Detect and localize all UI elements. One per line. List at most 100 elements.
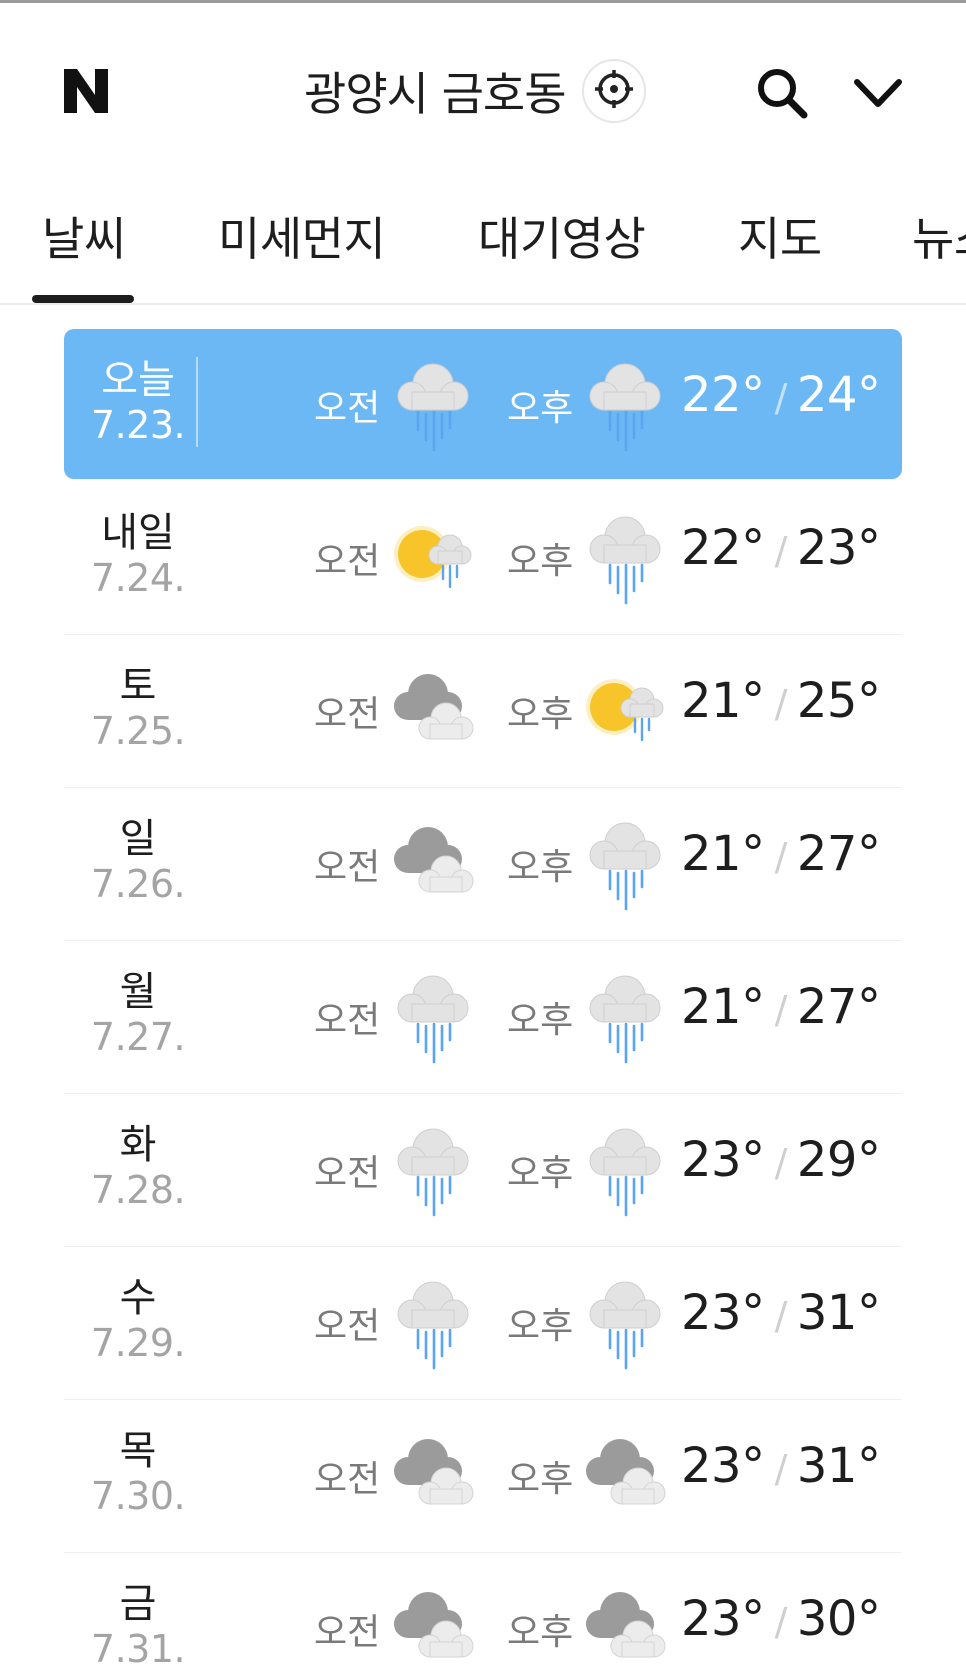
date-label: 7.28. bbox=[90, 1168, 186, 1212]
tab-fine-dust[interactable]: 미세먼지 bbox=[218, 203, 386, 269]
low-temp: 23° bbox=[681, 1591, 765, 1647]
day-column: 금 7.31. bbox=[64, 1581, 212, 1671]
high-temp: 27° bbox=[796, 826, 881, 882]
app-header: 광양시 금호동 bbox=[0, 3, 966, 173]
forecast-row[interactable]: 화 7.28. 오전 오후 23° / 29° bbox=[64, 1094, 902, 1247]
temperature-range: 23°/29° bbox=[681, 1132, 881, 1188]
am-label: 오전 bbox=[314, 1000, 381, 1041]
forecast-row[interactable]: 토 7.25. 오전 오후 21° / 25° bbox=[64, 635, 902, 788]
day-column: 월 7.27. bbox=[64, 969, 212, 1059]
high-temp: 30° bbox=[796, 1591, 881, 1647]
day-label: 금 bbox=[119, 1581, 157, 1627]
high-temp: 27° bbox=[796, 979, 881, 1035]
temperature-range: 22°/23° bbox=[681, 520, 881, 576]
active-tab-indicator bbox=[32, 295, 134, 303]
high-temp: 23° bbox=[796, 520, 881, 576]
forecast-row[interactable]: 월 7.27. 오전 오후 21° / 27° bbox=[64, 941, 902, 1094]
rain-icon bbox=[582, 509, 668, 609]
rain-icon bbox=[582, 1274, 668, 1374]
day-column: 목 7.30. bbox=[64, 1428, 212, 1518]
tab-news[interactable]: 뉴스 bbox=[912, 203, 966, 269]
forecast-row[interactable]: 금 7.31. 오전 오후 23°/30° bbox=[64, 1553, 902, 1680]
pm-label: 오후 bbox=[507, 1459, 574, 1500]
temp-separator: / bbox=[774, 529, 788, 573]
temp-separator: / bbox=[774, 1294, 788, 1338]
rain-icon bbox=[582, 815, 668, 915]
rain-icon bbox=[582, 968, 668, 1068]
forecast-row[interactable]: 일 7.26. 오전 오후 21° / 27° bbox=[64, 788, 902, 941]
search-icon bbox=[752, 69, 812, 127]
high-temp: 31° bbox=[796, 1438, 881, 1494]
date-label: 7.27. bbox=[90, 1015, 186, 1059]
am-label: 오전 bbox=[314, 847, 381, 888]
rain-icon bbox=[390, 356, 476, 456]
am-label: 오전 bbox=[314, 1306, 381, 1347]
naver-logo[interactable] bbox=[60, 65, 112, 117]
day-label: 목 bbox=[119, 1428, 157, 1474]
forecast-row-today[interactable]: 오늘 7.23. 오전 오후 22° / 24° bbox=[64, 329, 902, 479]
high-temp: 24° bbox=[796, 367, 881, 423]
temperature-range: 23°/31° bbox=[681, 1285, 881, 1341]
rain-icon bbox=[582, 356, 668, 456]
pm-label: 오후 bbox=[507, 694, 574, 735]
rain-icon bbox=[582, 1121, 668, 1221]
cloudy-icon bbox=[390, 662, 476, 762]
date-label: 7.29. bbox=[90, 1321, 186, 1365]
forecast-row[interactable]: 목 7.30. 오전 오후 23°/31° bbox=[64, 1400, 902, 1553]
day-column: 내일 7.24. bbox=[64, 510, 212, 600]
tab-map[interactable]: 지도 bbox=[738, 203, 822, 269]
pm-label: 오후 bbox=[507, 1306, 574, 1347]
day-column: 토 7.25. bbox=[64, 663, 212, 753]
forecast-row[interactable]: 내일 7.24. 오전 오후 22° / 23° bbox=[64, 482, 902, 635]
am-label: 오전 bbox=[314, 1459, 381, 1500]
location-name: 광양시 금호동 bbox=[304, 67, 567, 121]
day-label: 화 bbox=[119, 1122, 157, 1168]
day-label: 일 bbox=[119, 816, 157, 862]
temperature-range: 21°/25° bbox=[681, 673, 881, 729]
today-divider bbox=[196, 357, 198, 447]
temperature-range: 22°/24° bbox=[681, 367, 881, 423]
sun-rain-icon bbox=[582, 662, 668, 762]
day-label: 내일 bbox=[101, 510, 175, 556]
more-menu-button[interactable] bbox=[848, 63, 908, 123]
temp-separator: / bbox=[774, 376, 788, 420]
category-tabs: 날씨 미세먼지 대기영상 지도 뉴스 bbox=[0, 173, 966, 305]
rain-icon bbox=[390, 968, 476, 1068]
low-temp: 23° bbox=[681, 1438, 765, 1494]
date-label: 7.26. bbox=[90, 862, 186, 906]
cloudy-icon bbox=[582, 1580, 668, 1680]
pm-label: 오후 bbox=[507, 1612, 574, 1653]
temperature-range: 23°/31° bbox=[681, 1438, 881, 1494]
date-label: 7.25. bbox=[90, 709, 186, 753]
day-column: 화 7.28. bbox=[64, 1122, 212, 1212]
chevron-down-icon bbox=[848, 79, 908, 127]
tab-weather[interactable]: 날씨 bbox=[42, 203, 126, 269]
temp-separator: / bbox=[774, 1447, 788, 1491]
location-selector[interactable]: 광양시 금호동 bbox=[304, 59, 646, 123]
day-column: 오늘 7.23. bbox=[64, 357, 212, 447]
low-temp: 21° bbox=[681, 673, 765, 729]
temp-separator: / bbox=[774, 988, 788, 1032]
day-label: 수 bbox=[119, 1275, 157, 1321]
tab-satellite[interactable]: 대기영상 bbox=[478, 203, 646, 269]
temp-separator: / bbox=[774, 1600, 788, 1644]
day-column: 수 7.29. bbox=[64, 1275, 212, 1365]
pm-label: 오후 bbox=[507, 1000, 574, 1041]
low-temp: 23° bbox=[681, 1285, 765, 1341]
day-column: 일 7.26. bbox=[64, 816, 212, 906]
date-label: 7.23. bbox=[90, 403, 186, 447]
low-temp: 22° bbox=[681, 520, 765, 576]
weather-page: 광양시 금호동 날씨 미세먼지 대기영상 지도 뉴 오늘 7.23. 오전 오후… bbox=[0, 0, 966, 1680]
search-button[interactable] bbox=[752, 63, 812, 123]
high-temp: 25° bbox=[796, 673, 881, 729]
date-label: 7.31. bbox=[90, 1627, 186, 1671]
day-label: 월 bbox=[119, 969, 157, 1015]
current-location-button[interactable] bbox=[581, 59, 646, 123]
cloudy-icon bbox=[390, 1427, 476, 1527]
forecast-row[interactable]: 수 7.29. 오전 오후 23° / 31° bbox=[64, 1247, 902, 1400]
sun-rain-icon bbox=[390, 509, 476, 609]
crosshair-icon bbox=[594, 69, 634, 113]
cloudy-icon bbox=[390, 1580, 476, 1680]
temp-separator: / bbox=[774, 682, 788, 726]
am-label: 오전 bbox=[314, 541, 381, 582]
